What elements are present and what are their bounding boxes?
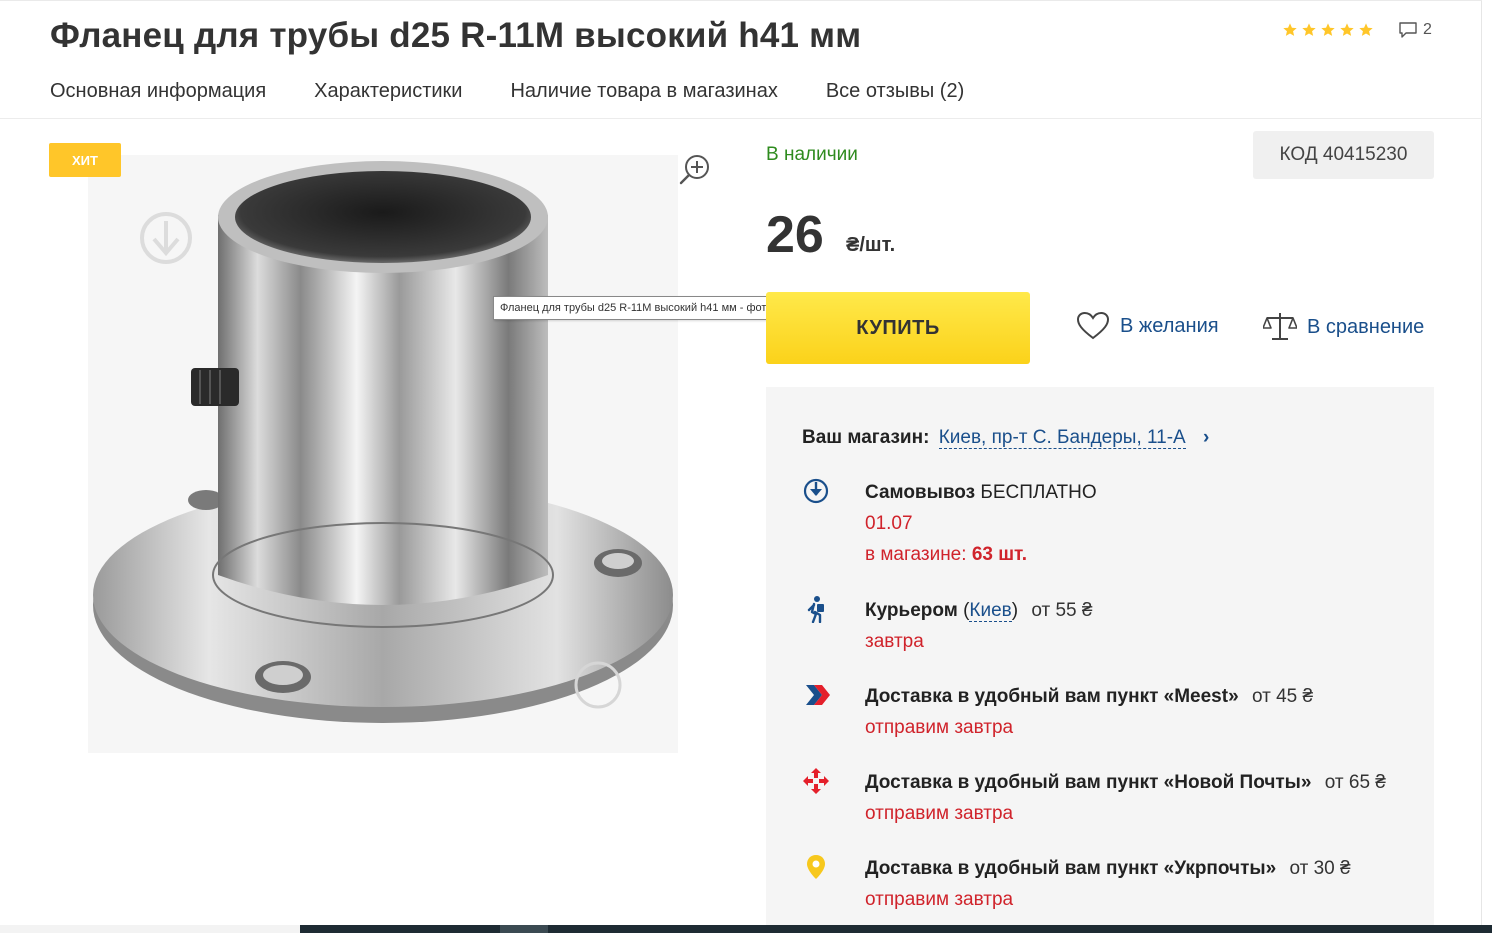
meest-price: от 45 ₴ (1251, 686, 1314, 707)
courier-icon (807, 596, 824, 623)
novaposhta-title: Доставка в удобный вам пункт «Новой Почт… (865, 772, 1312, 793)
divider (0, 118, 1482, 119)
store-selector: Ваш магазин: Киев, пр-т С. Бандеры, 11-А… (802, 427, 1209, 449)
product-code: КОД 40415230 (1253, 131, 1434, 179)
compare-button[interactable]: В сравнение (1263, 311, 1424, 343)
pickup-icon (803, 478, 829, 504)
star-icon (1302, 23, 1316, 36)
courier-title: Курьером (865, 600, 958, 621)
star-icon (1321, 23, 1335, 36)
star-icon (1283, 23, 1297, 36)
store-address-link[interactable]: Киев, пр-т С. Бандеры, 11-А (938, 427, 1186, 449)
courier-city-link[interactable]: Киев (969, 600, 1012, 622)
zoom-in-icon[interactable] (677, 152, 713, 188)
courier-when: завтра (865, 631, 924, 652)
reviews-count: 2 (1423, 21, 1432, 38)
tab-characteristics[interactable]: Характеристики (314, 80, 462, 103)
tab-main-info[interactable]: Основная информация (50, 80, 266, 103)
heart-icon (1076, 311, 1110, 340)
meest-title: Доставка в удобный вам пункт «Meest» (865, 686, 1239, 707)
availability-status: В наличии (766, 144, 858, 165)
product-tabs: Основная информация Характеристики Налич… (50, 80, 964, 103)
price-unit: ₴/шт. (846, 234, 896, 256)
star-icon (1359, 23, 1373, 36)
pickup-stock-value: 63 шт. (971, 544, 1027, 565)
tab-store-availability[interactable]: Наличие товара в магазинах (510, 80, 777, 103)
flange-image (93, 161, 673, 723)
taskbar-item[interactable] (500, 925, 548, 933)
meest-icon (806, 685, 830, 705)
photo-tooltip: Фланец для трубы d25 R-11M высокий h41 м… (493, 296, 789, 320)
store-chevron-icon[interactable]: › (1203, 427, 1209, 448)
star-icon (1340, 23, 1354, 36)
hit-badge: ХИТ (49, 143, 121, 177)
top-border (0, 0, 1482, 1)
price-value: 26 (766, 206, 824, 264)
comment-icon (1399, 22, 1417, 38)
ukrposhta-title: Доставка в удобный вам пункт «Укрпочты» (865, 858, 1277, 879)
novaposhta-text: Доставка в удобный вам пункт «Новой Почт… (865, 767, 1386, 829)
store-label: Ваш магазин: (802, 427, 930, 448)
pickup-price: БЕСПЛАТНО (980, 482, 1097, 503)
rating-stars[interactable] (1282, 22, 1374, 38)
taskbar (300, 925, 1492, 933)
novaposhta-price: от 65 ₴ (1324, 772, 1386, 793)
courier-text: Курьером (Киев) от 55 ₴ завтра (865, 595, 1092, 657)
nova-poshta-icon (803, 768, 829, 794)
pickup-text: Самовывоз БЕСПЛАТНО 01.07 в магазине: 63… (865, 477, 1097, 570)
taskbar-left (0, 925, 300, 933)
wishlist-button[interactable]: В желания (1076, 311, 1219, 341)
ukrposhta-text: Доставка в удобный вам пункт «Укрпочты» … (865, 853, 1351, 915)
ukrposhta-when: отправим завтра (865, 889, 1014, 910)
pickup-date: 01.07 (865, 513, 913, 534)
buy-button[interactable]: КУПИТЬ (766, 292, 1030, 364)
wishlist-label: В желания (1120, 314, 1219, 337)
product-title: Фланец для трубы d25 R-11M высокий h41 м… (50, 16, 862, 55)
meest-when: отправим завтра (865, 717, 1014, 738)
delivery-panel: Ваш магазин: Киев, пр-т С. Бандеры, 11-А… (766, 387, 1434, 933)
meest-text: Доставка в удобный вам пункт «Meest» от … (865, 681, 1313, 743)
novaposhta-when: отправим завтра (865, 803, 1014, 824)
courier-price: от 55 ₴ (1031, 600, 1093, 621)
product-page: Фланец для трубы d25 R-11M высокий h41 м… (0, 0, 1482, 933)
ukrposhta-price: от 30 ₴ (1289, 858, 1351, 879)
scales-icon (1263, 313, 1297, 340)
map-pin-icon (807, 855, 825, 879)
pickup-stock-label: в магазине: (865, 544, 967, 565)
reviews-link[interactable]: 2 (1398, 21, 1432, 39)
compare-label: В сравнение (1307, 315, 1425, 338)
tab-reviews[interactable]: Все отзывы (2) (826, 80, 964, 103)
pickup-title: Самовывоз (865, 482, 976, 503)
product-photo[interactable] (88, 155, 678, 753)
